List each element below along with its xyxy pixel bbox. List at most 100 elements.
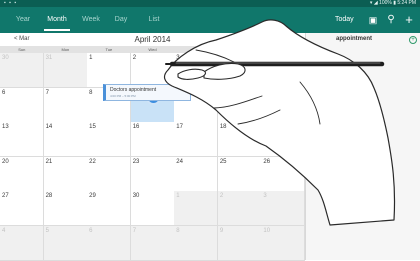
day-number: 23 — [132, 158, 140, 165]
day-cell[interactable]: 15 — [87, 122, 132, 157]
day-cell[interactable]: 5 — [43, 225, 88, 261]
day-number: 22 — [89, 158, 96, 165]
day-number: 10 — [263, 227, 271, 234]
day-number: 19 — [263, 124, 271, 130]
day-cell[interactable]: 18 — [217, 122, 262, 157]
day-number: 6 — [89, 227, 93, 234]
day-cell[interactable]: 14 — [43, 122, 88, 157]
day-cell[interactable]: 13 — [0, 122, 45, 157]
day-cell[interactable]: 30 — [0, 53, 45, 88]
day-cell[interactable]: 5 — [261, 53, 306, 88]
day-number: 8 — [89, 89, 93, 96]
day-cell[interactable]: 1 — [174, 191, 219, 226]
today-button[interactable]: Today — [335, 7, 354, 33]
weekday-label: Sun — [18, 47, 26, 52]
day-number: 20 — [2, 158, 9, 165]
side-panel-title: appointment — [336, 36, 372, 42]
day-cell[interactable]: 2 — [217, 191, 262, 226]
add-icon[interactable]: + — [402, 7, 416, 33]
status-bar: ▪ ▪ ▪ ▾ ◢ 100% ▮ 5:24 PM — [0, 0, 420, 7]
day-number: 5 — [45, 227, 49, 234]
day-number: 11 — [219, 89, 227, 96]
calendar-header: < Mar April 2014 — [0, 33, 305, 46]
day-number: 30 — [132, 193, 140, 199]
day-number: 7 — [132, 227, 137, 234]
day-cell[interactable]: 7 — [130, 225, 175, 261]
weekday-header: Sun Mon Tue Wed Thu Fri Sat — [0, 46, 305, 53]
day-cell[interactable]: 28 — [43, 191, 88, 226]
day-cell[interactable]: 29 — [87, 191, 132, 226]
tab-month[interactable]: Month — [40, 7, 74, 33]
event-chip[interactable]: Doctors appointment 4:00 PM – 5:00 PM — [103, 84, 191, 101]
day-cell[interactable]: 3 — [174, 53, 219, 88]
day-number: 2 — [219, 193, 224, 199]
month-calendar: < Mar April 2014 Sun Mon Tue Wed Thu Fri Sat 3… — [0, 33, 306, 261]
day-number: 12 — [263, 89, 271, 96]
day-number: 29 — [89, 193, 96, 199]
day-number: 24 — [176, 158, 183, 165]
day-cell[interactable]: 2 — [130, 53, 175, 88]
day-cell[interactable]: 11 — [217, 87, 262, 123]
day-number: 15 — [89, 124, 96, 130]
calendar-icon[interactable]: ▣ — [366, 7, 380, 33]
day-number: 8 — [176, 227, 180, 234]
search-icon[interactable]: ⚲ — [384, 7, 398, 33]
day-number: 28 — [45, 193, 53, 199]
day-number: 16 — [132, 124, 140, 130]
day-cell[interactable]: 30 — [130, 191, 175, 226]
weekday-label: Mon — [61, 47, 70, 52]
day-cell[interactable]: 3 — [261, 191, 306, 226]
month-title: April 2014 — [134, 35, 171, 44]
day-cell[interactable]: 22 — [87, 156, 132, 192]
day-cell[interactable]: 4 — [0, 225, 45, 261]
day-cell[interactable]: 6 — [0, 87, 45, 123]
day-number: 7 — [45, 89, 49, 96]
day-cell[interactable]: 10 — [261, 225, 306, 261]
day-number: 17 — [176, 124, 183, 130]
day-cell[interactable]: 23 — [130, 156, 175, 192]
day-number: 5 — [263, 55, 267, 61]
day-cell[interactable]: 20 — [0, 156, 45, 192]
day-cell[interactable]: 26 — [261, 156, 306, 192]
tab-list[interactable]: List — [142, 7, 166, 33]
day-cell[interactable]: 31 — [43, 53, 88, 88]
day-cell[interactable]: 12 — [261, 87, 306, 123]
day-cell[interactable]: 27 — [0, 191, 45, 226]
event-title: Doctors appointment — [110, 87, 157, 93]
day-cell[interactable]: 9 — [217, 225, 262, 261]
day-cell[interactable]: 4 — [217, 53, 262, 88]
side-panel: appointment + — [305, 33, 420, 260]
day-number: 31 — [45, 55, 53, 61]
day-number: 13 — [2, 124, 9, 130]
weekday-label: Wed — [148, 47, 157, 52]
day-cell[interactable]: 17 — [174, 122, 219, 157]
day-cell[interactable]: 8 — [174, 225, 219, 261]
tab-year[interactable]: Year — [8, 7, 38, 33]
app-bar: Year Month Week Day List Today ▣ ⚲ + — [0, 7, 420, 33]
day-cell[interactable]: 1 — [87, 53, 132, 88]
day-cell[interactable]: 19 — [261, 122, 306, 157]
tab-day[interactable]: Day — [108, 7, 134, 33]
notification-icons: ▪ ▪ ▪ — [4, 0, 18, 6]
weekday-label: Tue — [105, 47, 113, 52]
weekday-label: Fri — [237, 47, 242, 52]
day-number: 14 — [45, 124, 53, 130]
day-number: 4 — [219, 55, 224, 61]
day-cell[interactable]: 21 — [43, 156, 88, 192]
day-number: 1 — [176, 193, 180, 199]
day-cell[interactable]: 25 — [217, 156, 262, 192]
event-time: 4:00 PM – 5:00 PM — [110, 94, 136, 98]
tab-week[interactable]: Week — [76, 7, 106, 33]
day-number: 25 — [219, 158, 227, 165]
day-cell[interactable]: 7 — [43, 87, 88, 123]
day-number: 18 — [219, 124, 227, 130]
add-circle-icon[interactable]: + — [409, 36, 417, 44]
day-cell[interactable]: 16 — [130, 122, 175, 157]
day-cell[interactable]: 6 — [87, 225, 132, 261]
day-number: 30 — [2, 55, 9, 61]
status-indicators: ▾ ◢ 100% ▮ 5:24 PM — [369, 0, 416, 6]
day-number: 1 — [89, 55, 93, 61]
day-cell[interactable]: 24 — [174, 156, 219, 192]
day-number: 3 — [176, 55, 180, 61]
day-number: 2 — [132, 55, 137, 61]
